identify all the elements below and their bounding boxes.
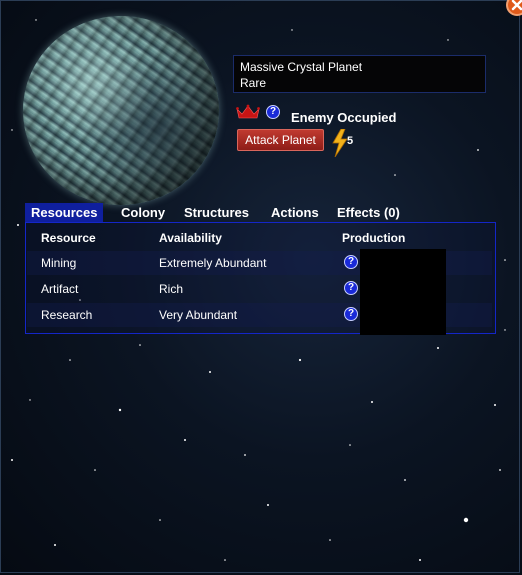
tab-effects[interactable]: Effects (0) — [337, 203, 400, 223]
attack-cost: 5 — [347, 135, 354, 147]
crown-icon — [236, 104, 260, 119]
column-header-resource: Resource — [41, 231, 96, 245]
resource-name: Mining — [41, 256, 77, 270]
planet-status: Enemy Occupied — [291, 110, 397, 125]
resource-availability: Very Abundant — [159, 308, 238, 322]
resource-availability: Extremely Abundant — [159, 256, 267, 270]
planet-image-texture — [23, 16, 219, 205]
tab-structures[interactable]: Structures — [184, 203, 249, 223]
close-icon — [511, 0, 522, 11]
status-help-icon[interactable]: ? — [266, 105, 280, 119]
column-header-availability: Availability — [159, 231, 222, 245]
planet-info-box: Massive Crystal Planet Rare — [233, 55, 486, 93]
tab-colony[interactable]: Colony — [121, 203, 165, 223]
production-help-icon[interactable]: ? — [344, 307, 358, 321]
production-help-icon[interactable]: ? — [344, 281, 358, 295]
planet-name: Massive Crystal Planet — [240, 60, 363, 74]
production-values-redacted — [360, 249, 446, 335]
planet-rarity: Rare — [240, 76, 267, 90]
resource-name: Artifact — [41, 282, 79, 296]
production-help-icon[interactable]: ? — [344, 255, 358, 269]
tab-resources[interactable]: Resources — [25, 203, 104, 223]
resource-name: Research — [41, 308, 93, 322]
column-header-production: Production — [342, 231, 406, 245]
tab-actions[interactable]: Actions — [271, 203, 319, 223]
attack-planet-button[interactable]: Attack Planet — [237, 129, 324, 151]
resource-availability: Rich — [159, 282, 184, 296]
